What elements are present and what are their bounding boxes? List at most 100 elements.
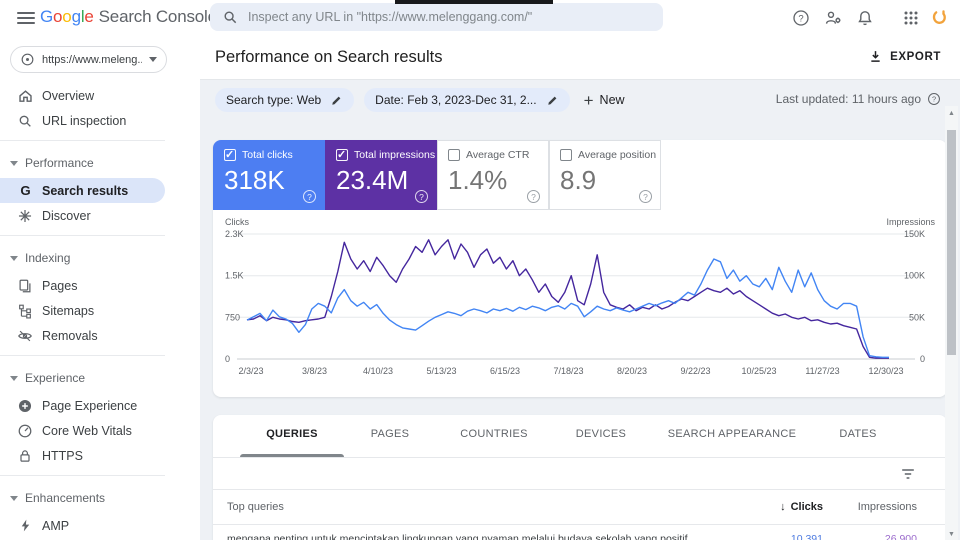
sidebar-item-label: Sitemaps <box>42 303 95 318</box>
svg-text:?: ? <box>932 95 936 104</box>
scroll-up-arrow[interactable]: ▲ <box>947 110 956 117</box>
sidebar-item-label: Discover <box>42 208 91 223</box>
app-logo[interactable]: Google Search Console <box>40 7 217 27</box>
checkbox[interactable] <box>224 148 236 161</box>
help-icon[interactable]: ? <box>639 190 652 203</box>
avatar[interactable] <box>930 8 950 28</box>
section-label: Enhancements <box>25 491 106 505</box>
average-ctr-card[interactable]: Average CTR 1.4% ? <box>437 140 549 210</box>
tab-countries[interactable]: COUNTRIES <box>460 428 527 440</box>
hamburger-menu-icon[interactable] <box>17 12 35 24</box>
svg-text:750: 750 <box>225 312 240 322</box>
sidebar-item-discover[interactable]: Discover <box>0 203 165 228</box>
sidebar-nav: Overview URL inspection Performance G Se… <box>0 83 200 540</box>
sidebar-section-performance[interactable]: Performance <box>0 148 200 178</box>
clicks-cell: 10,391 <box>790 533 823 540</box>
new-filter-button[interactable]: + New <box>584 92 625 109</box>
total-impressions-card[interactable]: Total impressions 23.4M ? <box>325 140 437 210</box>
clicks-header-label: Clicks <box>790 501 823 513</box>
average-position-card[interactable]: Average position 8.9 ? <box>549 140 661 210</box>
metric-cards: Total clicks 318K ? Total impressions 23… <box>213 140 661 210</box>
sidebar-section-enhancements[interactable]: Enhancements <box>0 483 200 513</box>
sidebar-item-label: Core Web Vitals <box>42 423 132 438</box>
tab-search-appearance[interactable]: SEARCH APPEARANCE <box>668 428 797 440</box>
help-icon[interactable]: ? <box>792 9 810 27</box>
sidebar-item-label: AMP <box>42 518 70 533</box>
chip-label: Search type: Web <box>226 93 322 107</box>
svg-text:Impressions: Impressions <box>886 217 935 227</box>
sidebar-item-label: Removals <box>42 328 98 343</box>
home-icon <box>16 87 34 105</box>
google-apps-grid-icon[interactable] <box>902 9 920 27</box>
sidebar-item-page-experience[interactable]: Page Experience <box>0 393 165 418</box>
dimensions-table-card: QUERIES PAGES COUNTRIES DEVICES SEARCH A… <box>213 415 947 540</box>
metric-value: 318K <box>224 165 285 195</box>
url-inspect-searchbar[interactable]: Inspect any URL in "https://www.melengga… <box>210 3 663 31</box>
total-clicks-card[interactable]: Total clicks 318K ? <box>213 140 325 210</box>
svg-text:6/15/23: 6/15/23 <box>490 366 520 376</box>
metric-label: Total impressions <box>354 149 436 161</box>
sidebar-item-amp[interactable]: AMP <box>0 513 165 538</box>
sidebar-item-overview[interactable]: Overview <box>0 83 165 108</box>
vertical-scrollbar[interactable]: ▲ ▼ <box>945 106 958 540</box>
sidebar-item-sitemaps[interactable]: Sitemaps <box>0 298 165 323</box>
scroll-down-arrow[interactable]: ▼ <box>947 531 956 538</box>
svg-text:2/3/23: 2/3/23 <box>238 366 263 376</box>
help-icon[interactable]: ? <box>415 190 428 203</box>
sidebar-item-core-web-vitals[interactable]: Core Web Vitals <box>0 418 165 443</box>
checkbox[interactable] <box>560 149 572 161</box>
section-label: Experience <box>25 371 86 385</box>
property-url: https://www.meleng... <box>42 53 142 66</box>
svg-text:9/22/23: 9/22/23 <box>680 366 710 376</box>
divider <box>0 140 165 141</box>
property-selector[interactable]: https://www.meleng... <box>10 46 167 73</box>
svg-text:1.5K: 1.5K <box>225 271 244 281</box>
metric-value: 8.9 <box>560 165 597 195</box>
checkbox[interactable] <box>336 148 348 161</box>
svg-text:8/20/23: 8/20/23 <box>617 366 647 376</box>
svg-text:7/18/23: 7/18/23 <box>553 366 583 376</box>
tab-queries[interactable]: QUERIES <box>266 428 318 440</box>
help-icon[interactable]: ? <box>303 190 316 203</box>
notifications-bell-icon[interactable] <box>856 9 874 27</box>
manage-users-icon[interactable] <box>824 9 842 27</box>
export-button[interactable]: EXPORT <box>868 49 941 64</box>
sidebar-section-experience[interactable]: Experience <box>0 363 200 393</box>
top-bar: Google Search Console Inspect any URL in … <box>0 0 960 36</box>
sidebar-item-pages[interactable]: Pages <box>0 273 165 298</box>
column-header-impressions[interactable]: Impressions <box>858 501 917 513</box>
checkbox[interactable] <box>448 149 460 161</box>
help-icon[interactable]: ? <box>527 190 540 203</box>
gauge-icon <box>16 422 34 440</box>
sidebar-item-https[interactable]: HTTPS <box>0 443 165 468</box>
sitemaps-tree-icon <box>16 302 34 320</box>
svg-text:150K: 150K <box>904 229 925 239</box>
sidebar-section-indexing[interactable]: Indexing <box>0 243 200 273</box>
filter-list-icon[interactable] <box>899 465 917 483</box>
chevron-down-icon <box>10 160 18 166</box>
chevron-down-icon <box>10 255 18 261</box>
sidebar-item-label: HTTPS <box>42 448 83 463</box>
tab-devices[interactable]: DEVICES <box>576 428 626 440</box>
sidebar-item-label: Pages <box>42 278 78 293</box>
search-type-chip[interactable]: Search type: Web <box>215 88 355 112</box>
table-row[interactable]: mengapa penting untuk menciptakan lingku… <box>213 525 947 540</box>
divider <box>0 355 165 356</box>
section-label: Performance <box>25 156 94 170</box>
column-header-queries: Top queries <box>227 501 284 513</box>
tab-dates[interactable]: DATES <box>839 428 876 440</box>
sidebar-item-removals[interactable]: Removals <box>0 323 165 348</box>
dimension-tabs: QUERIES PAGES COUNTRIES DEVICES SEARCH A… <box>213 415 947 458</box>
help-icon[interactable]: ? <box>927 92 941 106</box>
add-circle-icon <box>16 397 34 415</box>
sidebar-item-search-results[interactable]: G Search results <box>0 178 165 203</box>
svg-text:100K: 100K <box>904 271 925 281</box>
query-cell[interactable]: mengapa penting untuk menciptakan lingku… <box>227 533 688 540</box>
scrollbar-thumb[interactable] <box>947 130 956 355</box>
date-range-chip[interactable]: Date: Feb 3, 2023-Dec 31, 2... <box>364 88 570 112</box>
svg-text:10/25/23: 10/25/23 <box>741 366 776 376</box>
column-header-clicks[interactable]: ↓ Clicks <box>780 501 823 513</box>
tab-pages[interactable]: PAGES <box>371 428 410 440</box>
last-updated-text: Last updated: 11 hours ago <box>775 92 921 106</box>
sidebar-item-url-inspection[interactable]: URL inspection <box>0 108 165 133</box>
